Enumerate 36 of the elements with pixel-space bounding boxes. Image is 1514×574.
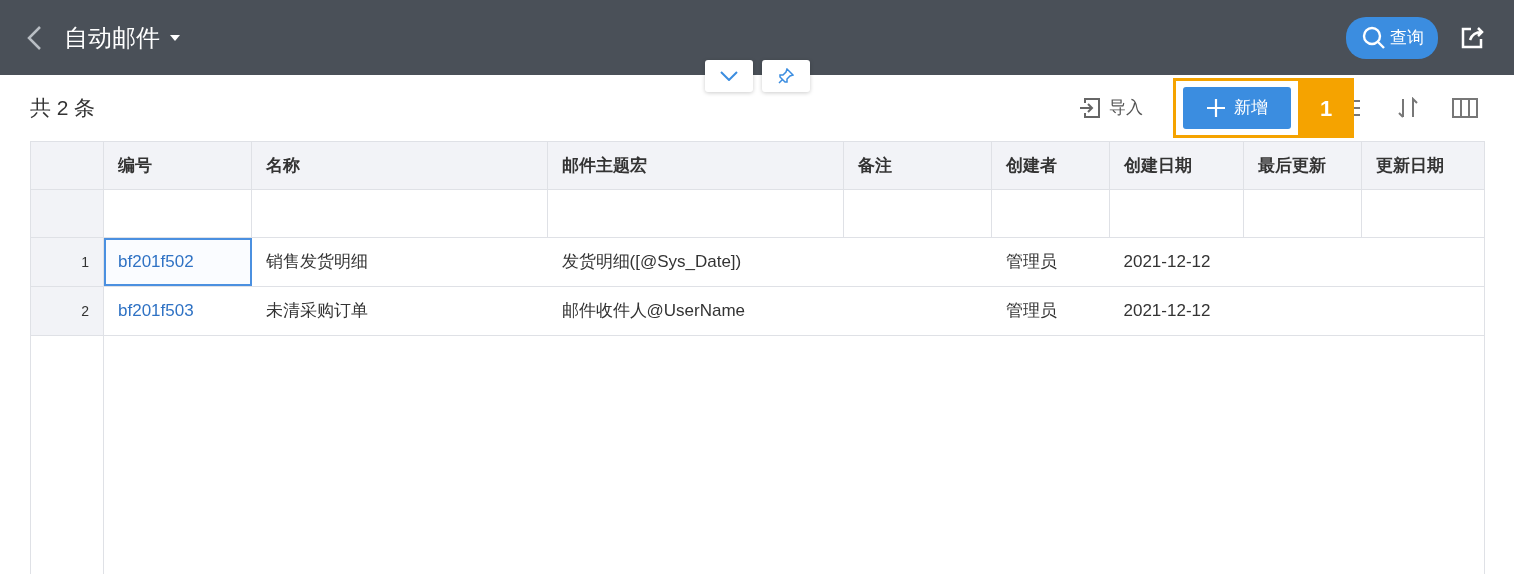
record-link[interactable]: bf201f502 — [103, 237, 252, 287]
chevron-down-icon — [720, 71, 738, 81]
column-header[interactable]: 备注 — [843, 141, 992, 190]
columns-icon[interactable] — [1452, 97, 1478, 119]
row-number: 2 — [30, 286, 104, 336]
caret-icon[interactable] — [168, 33, 181, 42]
column-header[interactable]: 编号 — [103, 141, 252, 190]
table-cell: 2021-12-12 — [1109, 237, 1244, 287]
table-cell: 未清采购订单 — [251, 286, 548, 336]
column-header[interactable]: 更新日期 — [1361, 141, 1485, 190]
back-icon[interactable] — [26, 24, 42, 51]
search-icon — [1361, 25, 1386, 50]
list-icon[interactable] — [1354, 98, 1362, 118]
import-button[interactable]: 导入 — [1072, 94, 1149, 122]
callout-number: 1 — [1298, 80, 1354, 136]
table-cell: 发货明细([@Sys_Date]) — [547, 237, 844, 287]
column-header[interactable]: 邮件主题宏 — [547, 141, 844, 190]
column-header[interactable]: 创建者 — [991, 141, 1110, 190]
record-count: 共 2 条 — [30, 95, 96, 122]
sort-icon[interactable] — [1396, 97, 1420, 119]
pin-button[interactable] — [762, 60, 810, 92]
column-header[interactable]: 最后更新 — [1243, 141, 1362, 190]
table-cell: 邮件收件人@UserName — [547, 286, 844, 336]
column-header[interactable]: 创建日期 — [1109, 141, 1244, 190]
table-cell: 管理员 — [991, 237, 1110, 287]
table-cell: 销售发货明细 — [251, 237, 548, 287]
collapse-button[interactable] — [705, 60, 753, 92]
row-number: 1 — [30, 237, 104, 287]
page-title: 自动邮件 — [64, 22, 160, 53]
share-icon[interactable] — [1460, 25, 1486, 50]
column-header[interactable]: 名称 — [251, 141, 548, 190]
import-icon — [1078, 97, 1101, 119]
plus-icon — [1205, 98, 1226, 118]
pin-icon — [778, 68, 794, 84]
table-cell: 管理员 — [991, 286, 1110, 336]
table-cell: 2021-12-12 — [1109, 286, 1244, 336]
